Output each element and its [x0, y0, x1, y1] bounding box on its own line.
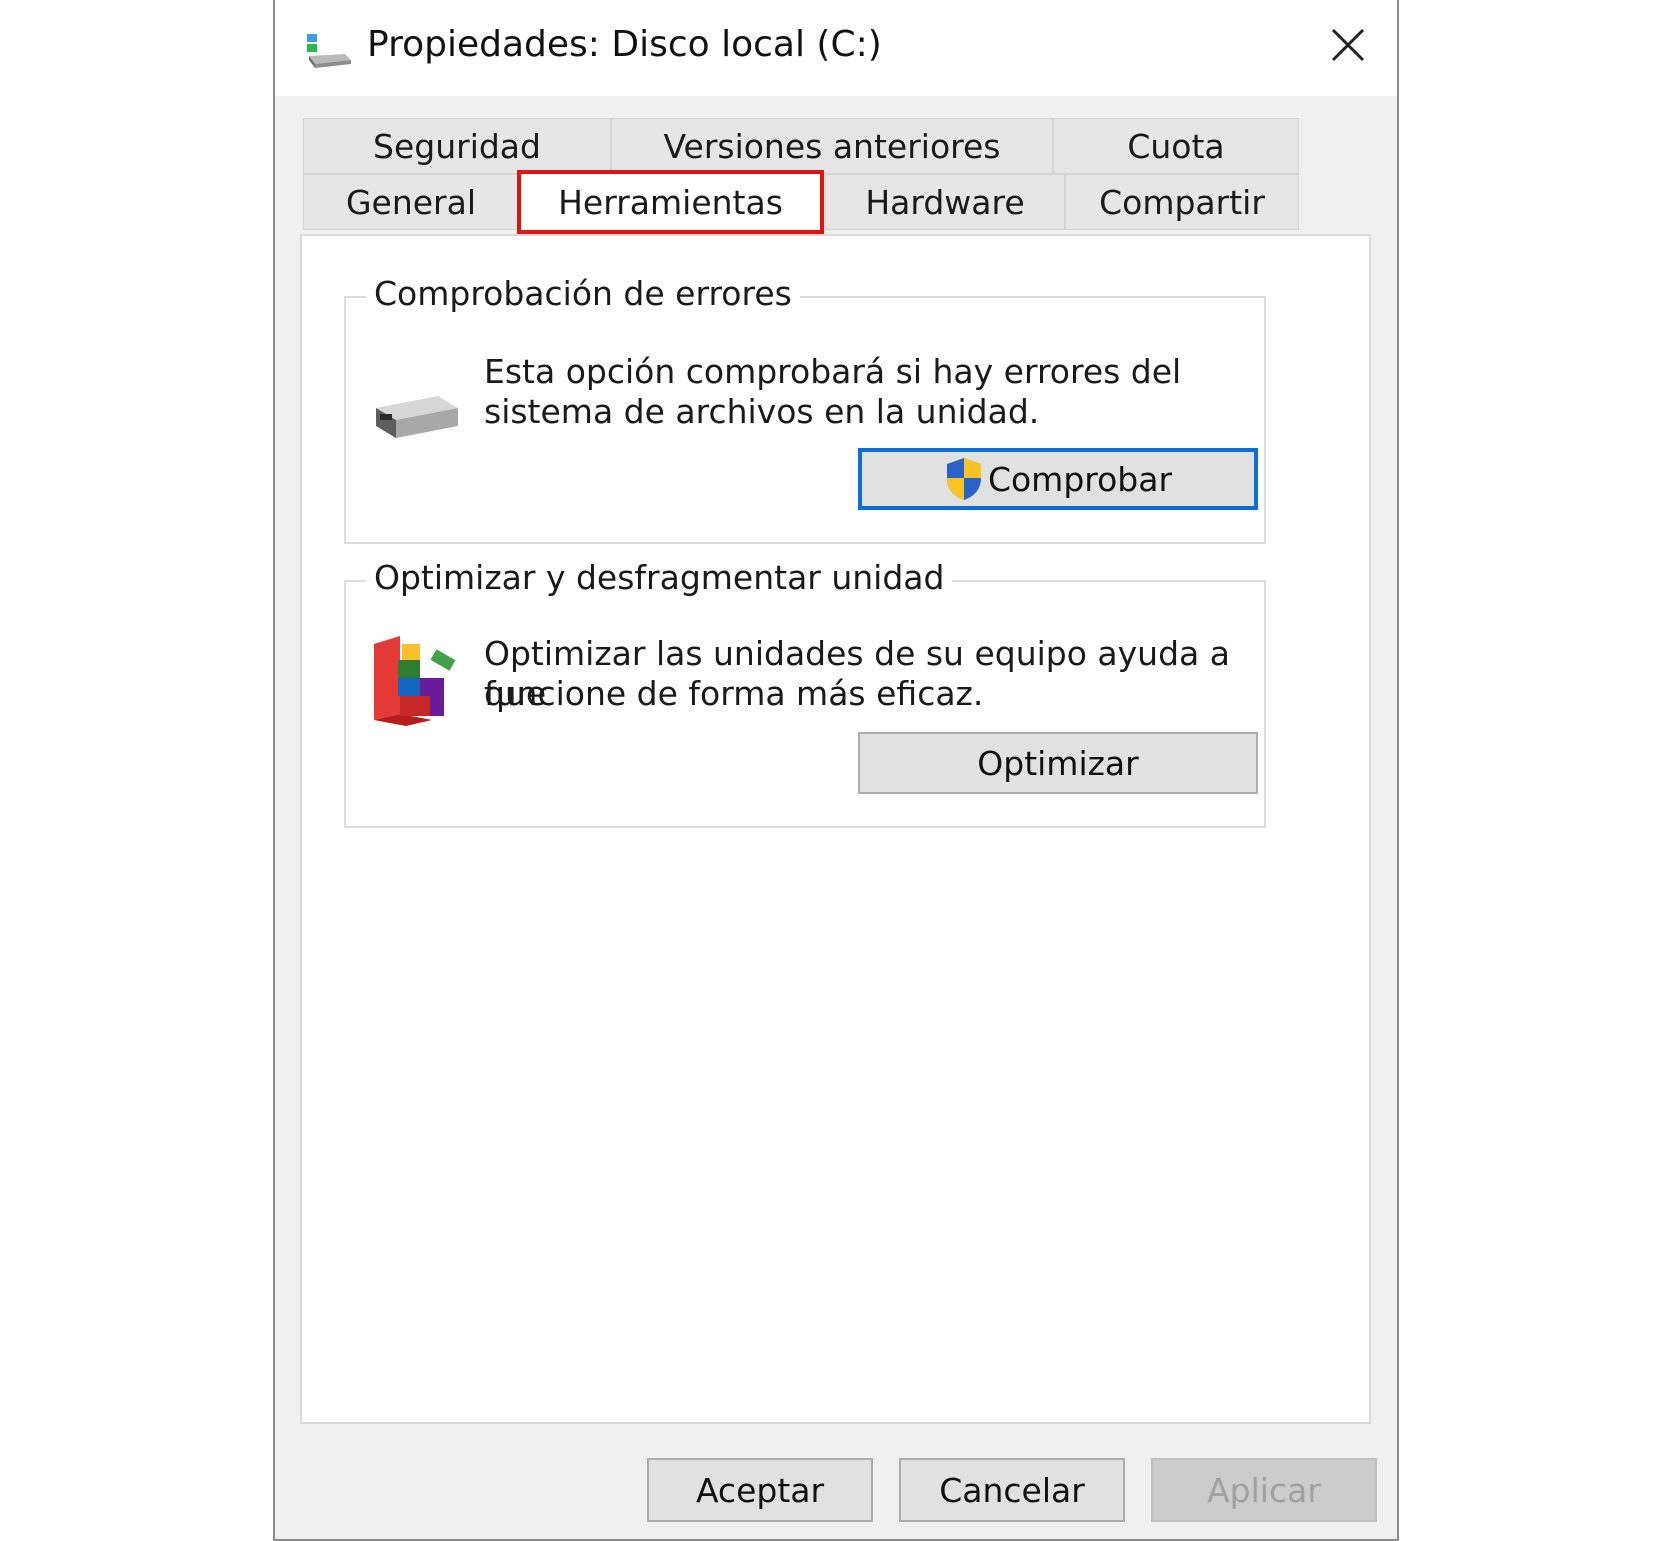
error-check-description-line2: sistema de archivos en la unidad. [484, 392, 1040, 431]
optimize-group: Optimizar y desfragmentar unidad Optimiz… [344, 558, 1266, 828]
error-check-group: Comprobación de errores Esta opción comp… [344, 274, 1266, 544]
apply-button[interactable]: Aplicar [1151, 1458, 1377, 1522]
tab-cuota[interactable]: Cuota [1053, 118, 1299, 174]
tab-versiones-anteriores[interactable]: Versiones anteriores [611, 118, 1053, 174]
title-bar: Propiedades: Disco local (C:) [275, 0, 1397, 96]
window-title: Propiedades: Disco local (C:) [367, 24, 882, 65]
optimize-title: Optimizar y desfragmentar unidad [366, 558, 953, 597]
defrag-icon [374, 636, 456, 726]
close-icon[interactable] [1325, 22, 1371, 68]
drive-icon [307, 34, 351, 68]
properties-dialog: Propiedades: Disco local (C:) Seguridad … [273, 0, 1399, 1541]
check-button-label: Comprobar [987, 459, 1173, 499]
tab-herramientas[interactable]: Herramientas [517, 170, 824, 234]
tab-general[interactable]: General [303, 174, 519, 230]
ok-button[interactable]: Aceptar [647, 1458, 873, 1522]
check-button[interactable]: Comprobar [858, 448, 1258, 510]
error-check-title: Comprobación de errores [366, 274, 800, 313]
tab-seguridad[interactable]: Seguridad [303, 118, 611, 174]
optimize-description-line2: funcione de forma más eficaz. [484, 674, 984, 713]
error-check-description-line1: Esta opción comprobará si hay errores de… [484, 352, 1182, 391]
optimize-button[interactable]: Optimizar [858, 732, 1258, 794]
tools-panel: Comprobación de errores Esta opción comp… [300, 234, 1371, 1424]
hard-drive-icon [376, 396, 458, 438]
tab-hardware[interactable]: Hardware [825, 174, 1065, 230]
tab-compartir[interactable]: Compartir [1065, 174, 1299, 230]
cancel-button[interactable]: Cancelar [899, 1458, 1125, 1522]
uac-shield-icon [946, 458, 981, 500]
